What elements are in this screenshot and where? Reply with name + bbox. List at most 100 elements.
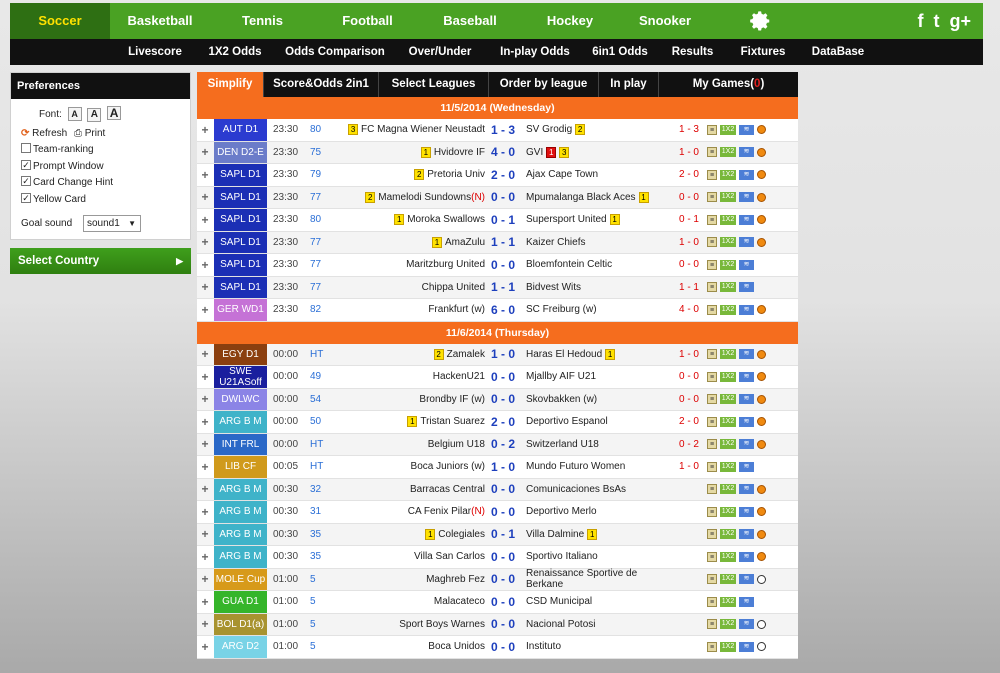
- home-team[interactable]: Maghreb Fez: [426, 574, 485, 585]
- odds-1x2-icon[interactable]: 1X2: [720, 237, 736, 248]
- league-badge[interactable]: ARG B M: [214, 478, 267, 500]
- live-ball-icon[interactable]: [757, 574, 766, 584]
- odds-compare-icon[interactable]: ≋: [739, 304, 754, 315]
- league-badge[interactable]: GUA D1: [214, 591, 267, 613]
- tab-select-leagues[interactable]: Select Leagues: [379, 72, 489, 97]
- analysis-icon[interactable]: ≡: [707, 282, 717, 293]
- live-ball-icon[interactable]: [757, 349, 766, 359]
- checkbox[interactable]: [21, 143, 31, 154]
- score[interactable]: 0 - 0: [488, 501, 518, 523]
- odds-compare-icon[interactable]: ≋: [739, 394, 754, 405]
- odds-1x2-icon[interactable]: 1X2: [720, 574, 736, 585]
- analysis-icon[interactable]: ≡: [707, 439, 717, 450]
- analysis-icon[interactable]: ≡: [707, 529, 717, 540]
- live-ball-icon[interactable]: [757, 552, 766, 562]
- home-team[interactable]: Sport Boys Warnes: [399, 619, 485, 630]
- live-ball-icon[interactable]: [757, 147, 766, 157]
- odds-1x2-icon[interactable]: 1X2: [720, 596, 736, 607]
- option-card-change-hint[interactable]: ✓ Card Change Hint: [21, 176, 113, 188]
- analysis-icon[interactable]: ≡: [707, 416, 717, 427]
- home-team[interactable]: Boca Juniors (w): [411, 461, 485, 472]
- away-team[interactable]: CSD Municipal: [526, 596, 592, 607]
- odds-compare-icon[interactable]: ≋: [739, 192, 754, 203]
- expand-icon[interactable]: +: [199, 636, 211, 658]
- away-team[interactable]: Instituto: [526, 641, 561, 652]
- away-team[interactable]: Bidvest Wits: [526, 282, 581, 293]
- away-team[interactable]: Deportivo Espanol: [526, 416, 608, 427]
- facebook-icon[interactable]: f: [917, 11, 923, 32]
- odds-1x2-icon[interactable]: 1X2: [720, 416, 736, 427]
- subnav-1x2-odds[interactable]: 1X2 Odds: [200, 39, 270, 65]
- score[interactable]: 1 - 3: [488, 119, 518, 141]
- live-ball-icon[interactable]: [757, 215, 766, 225]
- odds-compare-icon[interactable]: ≋: [739, 596, 754, 607]
- league-badge[interactable]: SAPL D1: [214, 164, 267, 186]
- live-ball-icon[interactable]: [757, 507, 766, 517]
- home-team[interactable]: Mamelodi Sundowns: [378, 192, 471, 203]
- subnav-livescore[interactable]: Livescore: [120, 39, 190, 65]
- league-badge[interactable]: LIB CF: [214, 456, 267, 478]
- live-ball-icon[interactable]: [757, 305, 766, 315]
- league-badge[interactable]: ARG B M: [214, 411, 267, 433]
- odds-compare-icon[interactable]: ≋: [739, 461, 754, 472]
- home-team[interactable]: Frankfurt (w): [428, 304, 485, 315]
- odds-1x2-icon[interactable]: 1X2: [720, 484, 736, 495]
- goal-sound-select[interactable]: sound1 ▼: [83, 215, 141, 232]
- away-team[interactable]: Ajax Cape Town: [526, 169, 598, 180]
- odds-1x2-icon[interactable]: 1X2: [720, 394, 736, 405]
- league-badge[interactable]: ARG B M: [214, 546, 267, 568]
- away-team[interactable]: Haras El Hedoud: [526, 349, 602, 360]
- away-team[interactable]: Mjallby AIF U21: [526, 371, 596, 382]
- odds-1x2-icon[interactable]: 1X2: [720, 192, 736, 203]
- analysis-icon[interactable]: ≡: [707, 259, 717, 270]
- refresh-link[interactable]: Refresh: [32, 128, 67, 139]
- away-team[interactable]: Switzerland U18: [526, 439, 599, 450]
- expand-icon[interactable]: +: [199, 232, 211, 254]
- away-team[interactable]: Mundo Futuro Women: [526, 461, 625, 472]
- away-team[interactable]: Kaizer Chiefs: [526, 237, 585, 248]
- odds-compare-icon[interactable]: ≋: [739, 124, 754, 135]
- home-team[interactable]: Brondby IF (w): [419, 394, 485, 405]
- odds-1x2-icon[interactable]: 1X2: [720, 259, 736, 270]
- live-ball-icon[interactable]: [757, 170, 766, 180]
- live-ball-icon[interactable]: [757, 125, 766, 135]
- expand-icon[interactable]: +: [199, 187, 211, 209]
- home-team[interactable]: Maritzburg United: [406, 259, 485, 270]
- option-prompt-window[interactable]: ✓ Prompt Window: [21, 160, 104, 172]
- subnav-over-under[interactable]: Over/Under: [400, 39, 480, 65]
- home-team[interactable]: Colegiales: [438, 529, 485, 540]
- twitter-icon[interactable]: t: [933, 11, 939, 32]
- odds-compare-icon[interactable]: ≋: [739, 529, 754, 540]
- odds-compare-icon[interactable]: ≋: [739, 574, 754, 585]
- analysis-icon[interactable]: ≡: [707, 641, 717, 652]
- score[interactable]: 4 - 0: [488, 142, 518, 164]
- away-team[interactable]: Supersport United: [526, 214, 607, 225]
- subnav-inplay-odds[interactable]: In-play Odds: [490, 39, 580, 65]
- score[interactable]: 1 - 1: [488, 232, 518, 254]
- subnav-6in1-odds[interactable]: 6in1 Odds: [585, 39, 655, 65]
- gear-icon[interactable]: [750, 10, 772, 32]
- score[interactable]: 0 - 2: [488, 434, 518, 456]
- analysis-icon[interactable]: ≡: [707, 574, 717, 585]
- away-team[interactable]: Renaissance Sportive de Berkane: [526, 568, 676, 590]
- league-badge[interactable]: SAPL D1: [214, 276, 267, 298]
- subnav-odds-comparison[interactable]: Odds Comparison: [280, 39, 390, 65]
- score[interactable]: 0 - 0: [488, 569, 518, 591]
- nav-sport-tennis[interactable]: Tennis: [210, 3, 315, 39]
- font-small-button[interactable]: A: [67, 107, 82, 121]
- nav-sport-hockey[interactable]: Hockey: [520, 3, 620, 39]
- odds-1x2-icon[interactable]: 1X2: [720, 304, 736, 315]
- odds-1x2-icon[interactable]: 1X2: [720, 641, 736, 652]
- home-team[interactable]: Tristan Suarez: [420, 416, 485, 427]
- score[interactable]: 0 - 0: [488, 187, 518, 209]
- odds-compare-icon[interactable]: ≋: [739, 169, 754, 180]
- home-team[interactable]: Moroka Swallows: [407, 214, 485, 225]
- expand-icon[interactable]: +: [199, 479, 211, 501]
- live-ball-icon[interactable]: [757, 484, 766, 494]
- home-team[interactable]: HackenU21: [433, 371, 485, 382]
- live-ball-icon[interactable]: [757, 439, 766, 449]
- league-badge[interactable]: MOLE Cup: [214, 568, 267, 590]
- subnav-results[interactable]: Results: [665, 39, 720, 65]
- league-badge[interactable]: BOL D1(a): [214, 613, 267, 635]
- odds-1x2-icon[interactable]: 1X2: [720, 124, 736, 135]
